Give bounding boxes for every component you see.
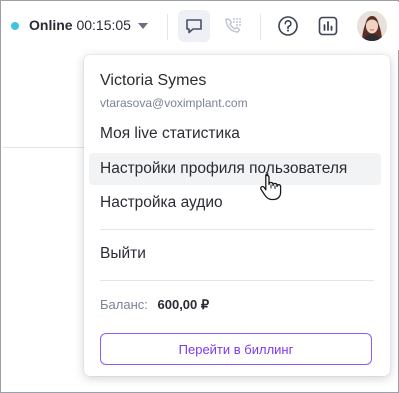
divider [167,14,168,40]
status-label: Online [29,17,73,33]
menu-divider [100,229,374,230]
top-bar: Online 00:15:05 [2,2,399,50]
menu-item-profile-settings[interactable]: Настройки профиля пользователя [89,153,381,185]
balance-label: Баланс: [100,297,148,312]
avatar[interactable] [357,11,387,41]
chevron-down-icon[interactable] [138,23,148,29]
help-button[interactable] [272,10,304,42]
balance-value: 600,00 ₽ [157,297,210,312]
menu-item-logout[interactable]: Выйти [89,238,381,270]
online-status-dot [11,22,19,30]
chat-icon [186,19,202,34]
statistics-icon [318,16,338,36]
menu-divider [100,280,374,281]
phone-dialpad-icon [225,18,241,33]
user-email: vtarasova@voximplant.com [100,96,248,110]
go-to-billing-button[interactable]: Перейти в биллинг [100,333,372,365]
statistics-button[interactable] [312,10,344,42]
menu-item-live-statistics[interactable]: Моя live статистика [89,118,381,150]
divider [260,14,261,40]
user-avatar-image [357,11,387,41]
user-name: Victoria Symes [100,72,207,89]
status-selector[interactable]: Online 00:15:05 [29,17,131,33]
chat-button[interactable] [178,10,210,42]
app-window: Online 00:15:05 Victoria Symes vtarasova… [0,0,399,393]
hand-pointer-cursor-icon [260,173,282,201]
menu-item-audio-settings[interactable]: Настройка аудио [89,187,381,219]
profile-dropdown-menu: Victoria Symes vtarasova@voximplant.com … [84,55,390,376]
content-divider [2,147,84,148]
balance-row: Баланс: 600,00 ₽ [100,297,209,313]
softphone-button[interactable] [217,10,249,42]
status-timer: 00:15:05 [76,17,131,33]
help-icon [278,16,298,36]
